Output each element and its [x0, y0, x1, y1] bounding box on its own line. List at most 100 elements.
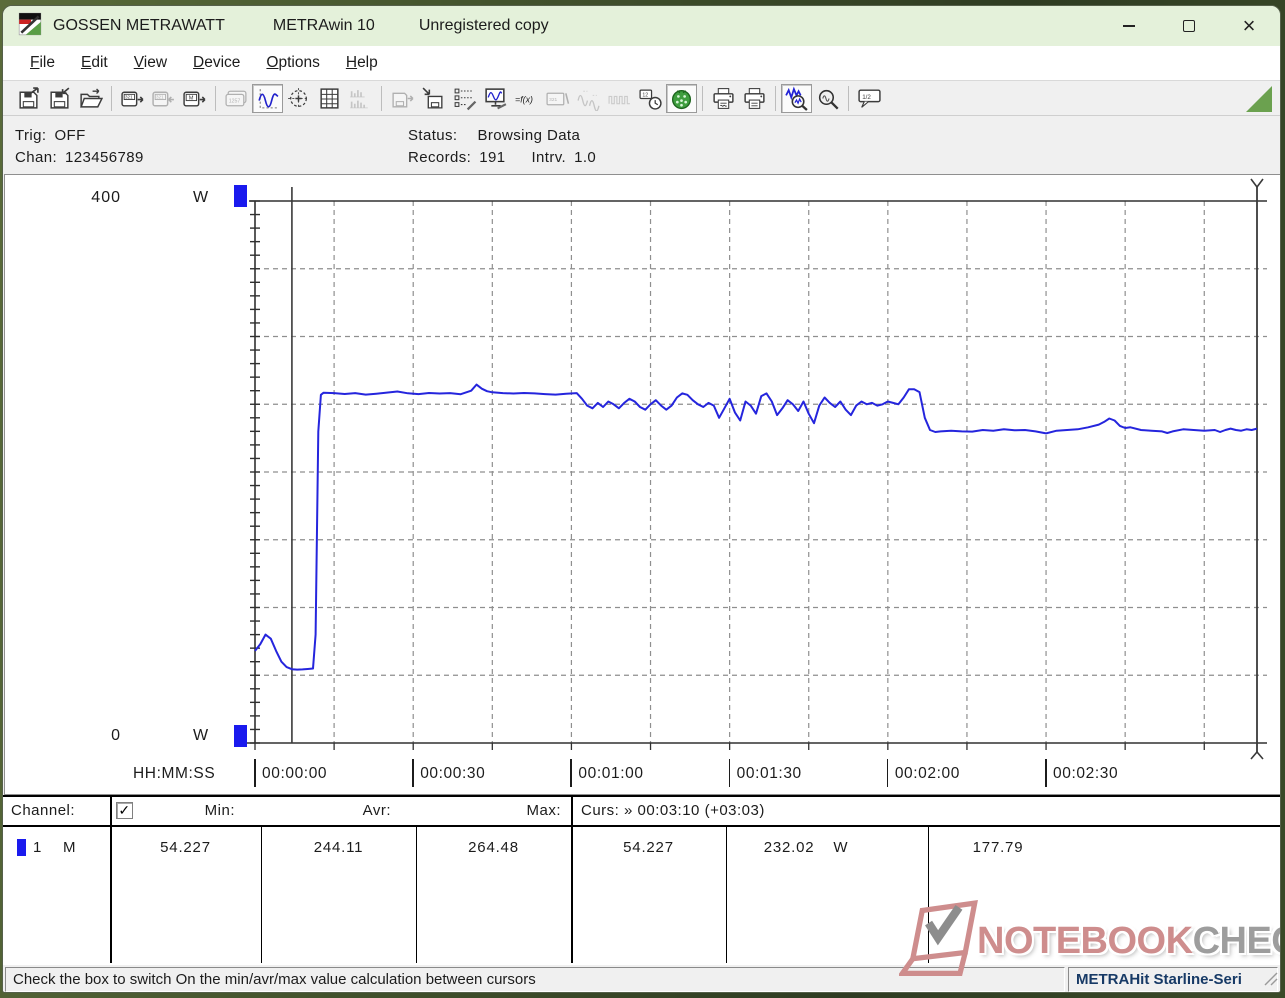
toolbar-separator: [215, 85, 216, 111]
x-tick-label: 00:01:00: [578, 765, 644, 782]
value-delta: 177.79: [972, 839, 1024, 856]
sine-wave-icon: [573, 84, 604, 113]
x-tick-label: 00:01:30: [736, 765, 802, 782]
live-monitor-icon[interactable]: [480, 84, 511, 113]
menu-options[interactable]: Options: [253, 50, 332, 76]
header-channel: Channel:: [11, 802, 76, 819]
read-from-device-icon: 321: [148, 84, 179, 113]
toolbar-separator: [381, 85, 382, 111]
channel-marker-bottom: [234, 725, 247, 747]
svg-text:321: 321: [125, 94, 133, 99]
x-tick-mark: [886, 759, 889, 787]
title-brand: GOSSEN METRAWATT: [53, 17, 225, 34]
power-chart: [243, 178, 1267, 760]
channel-mode: M: [63, 839, 76, 856]
chan-label: Chan:: [15, 148, 58, 166]
notebookcheck-watermark: NOTEBOOKCHECK: [897, 899, 1280, 988]
curve-chart-icon[interactable]: [252, 83, 283, 113]
watermark-text: NOTEBOOKCHECK: [977, 919, 1280, 963]
data-table-icon[interactable]: [314, 84, 345, 113]
annotation-icon[interactable]: 1/2: [854, 84, 885, 113]
toolbar-separator: [702, 85, 703, 111]
send-to-device-icon[interactable]: 321: [117, 84, 148, 113]
cursor-2-top-handle[interactable]: [1250, 178, 1264, 189]
value-cursor1: 54.227: [623, 839, 674, 856]
header-avr: Avr:: [362, 802, 391, 819]
save-icon[interactable]: [44, 84, 75, 113]
y-axis-min-label: 0: [111, 727, 121, 744]
zoom-out-icon[interactable]: [812, 84, 843, 113]
x-tick-label: 00:02:30: [1053, 765, 1119, 782]
chart-panel: 400 W 0 W HH:MM:SS 00:00:00 00:00:30 00:01…: [4, 174, 1280, 795]
interval-value: 1.0: [574, 148, 597, 166]
value-max: 264.48: [468, 839, 519, 856]
cursor2-number: 232.02: [763, 839, 815, 856]
watermark-text-gray: CHECK: [1192, 919, 1280, 962]
close-button[interactable]: ×: [1234, 11, 1264, 41]
timer-icon[interactable]: [666, 83, 697, 113]
svg-text:1257: 1257: [229, 98, 241, 104]
maximize-button[interactable]: [1174, 11, 1204, 41]
title-app-name: METRAwin 10: [272, 17, 375, 34]
channel-number: 1: [33, 839, 42, 856]
status-panel-middle: Status: Browsing Data Records: 191 Intrv…: [408, 124, 596, 168]
x-tick-mark: [412, 759, 414, 787]
formula-icon[interactable]: =f(x): [511, 84, 542, 113]
interval-label: Intrv.: [531, 148, 567, 166]
toolbar: 321 321 M 1257 =f(x) 321 12 1/2: [3, 80, 1280, 116]
maximize-icon: [1183, 20, 1195, 32]
table-divider: [571, 797, 573, 963]
menu-view[interactable]: View: [121, 50, 180, 76]
x-tick-mark: [728, 759, 731, 787]
import-data-icon[interactable]: [418, 84, 449, 113]
minimize-button[interactable]: [1114, 11, 1144, 41]
cursor2-unit: W: [833, 839, 849, 856]
header-min: Min:: [204, 802, 235, 819]
status-panel-left: Trig: OFF Chan: 123456789: [15, 124, 144, 168]
x-tick-mark: [1045, 759, 1047, 787]
print-icon[interactable]: [739, 84, 770, 113]
save-as-icon[interactable]: [13, 84, 44, 113]
status-panel: Trig: OFF Chan: 123456789 Status: Browsi…: [3, 116, 1280, 174]
x-tick-label: 00:00:00: [262, 765, 328, 782]
x-axis-labels-row: HH:MM:SS 00:00:00 00:00:30 00:01:00 00:01:3…: [5, 759, 1280, 791]
menu-edit[interactable]: Edit: [68, 50, 121, 76]
between-cursors-checkbox[interactable]: ✓: [116, 802, 133, 819]
trig-label: Trig:: [15, 126, 47, 144]
app-logo-icon: [17, 11, 43, 42]
status-label: Status:: [408, 126, 458, 144]
device-memory-icon[interactable]: M: [179, 84, 210, 113]
power-series-line: [254, 383, 1258, 671]
channel-setup-icon[interactable]: [449, 84, 480, 113]
value-min: 54.227: [160, 839, 211, 856]
value-avr: 244.11: [313, 839, 364, 856]
time-sync-icon[interactable]: 12: [635, 84, 666, 113]
header-max: Max:: [526, 802, 561, 819]
x-tick-label: 00:02:00: [894, 765, 960, 782]
xy-scope-icon[interactable]: [283, 84, 314, 113]
histogram-icon: [345, 84, 376, 113]
menu-help[interactable]: Help: [333, 50, 391, 76]
y-axis-max-label: 400: [91, 189, 121, 206]
pulse-wave-icon: [604, 84, 635, 113]
table-header-divider: [3, 825, 1280, 827]
watermark-text-red: NOTEBOOK: [977, 919, 1193, 962]
value-cursor2: 232.02 W: [726, 839, 886, 856]
zoom-curve-icon[interactable]: [781, 83, 812, 113]
menubar: File Edit View Device Options Help: [3, 46, 1280, 80]
y-axis-unit-bottom: W: [193, 727, 210, 744]
channel-marker-top: [234, 185, 247, 207]
records-label: Records:: [408, 148, 472, 166]
numeric-display-icon: 1257: [221, 84, 252, 113]
toolbar-separator: [111, 85, 112, 111]
svg-text:M: M: [189, 95, 194, 101]
toolbar-separator: [848, 85, 849, 111]
print-preview-icon[interactable]: [708, 84, 739, 113]
svg-text:321: 321: [549, 97, 557, 103]
cursor-2-bottom-handle[interactable]: [1250, 750, 1264, 760]
svg-text:321: 321: [156, 94, 164, 99]
toolbar-separator: [775, 85, 776, 111]
menu-file[interactable]: File: [17, 50, 68, 76]
menu-device[interactable]: Device: [180, 50, 253, 76]
open-file-icon[interactable]: [75, 84, 106, 113]
